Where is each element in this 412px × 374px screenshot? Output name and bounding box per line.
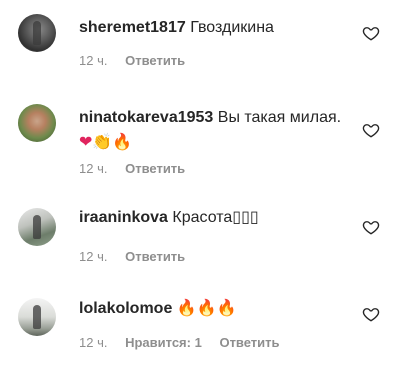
heart-outline-icon[interactable] bbox=[362, 24, 380, 42]
comment-time[interactable]: 12 ч. bbox=[79, 249, 107, 264]
avatar-figure bbox=[33, 21, 41, 45]
avatar-figure bbox=[33, 305, 41, 329]
comment-body: lolakolomoe 🔥🔥🔥 bbox=[79, 296, 354, 321]
comment-text: Гвоздикина bbox=[190, 19, 274, 36]
comments-list: sheremet1817 Гвоздикина 12 ч. Ответить n… bbox=[0, 0, 412, 374]
reply-button[interactable]: Ответить bbox=[125, 53, 185, 68]
heart-outline-icon[interactable] bbox=[362, 305, 380, 323]
comment-username[interactable]: ninatokareva1953 bbox=[79, 109, 213, 126]
heart-outline-icon[interactable] bbox=[362, 121, 380, 139]
comment-time[interactable]: 12 ч. bbox=[79, 161, 107, 176]
reply-button[interactable]: Ответить bbox=[125, 249, 185, 264]
comment-username[interactable]: sheremet1817 bbox=[79, 19, 186, 36]
user-avatar[interactable] bbox=[18, 14, 56, 52]
reply-button[interactable]: Ответить bbox=[219, 335, 279, 350]
fire-emoji: 🔥 bbox=[196, 298, 217, 317]
heart-outline-icon[interactable] bbox=[362, 218, 380, 236]
fire-emoji: 🔥 bbox=[112, 132, 133, 151]
heart-emoji: ❤ bbox=[79, 132, 93, 151]
fire-emoji: 🔥 bbox=[176, 298, 197, 317]
comment-time[interactable]: 12 ч. bbox=[79, 53, 107, 68]
likes-count[interactable]: Нравится: 1 bbox=[125, 335, 202, 350]
comment-meta: 12 ч. Ответить bbox=[79, 53, 199, 68]
comment-body: ninatokareva1953 Вы такая милая. ❤👏🔥 bbox=[79, 106, 354, 155]
comment-body: sheremet1817 Гвоздикина bbox=[79, 16, 354, 40]
user-avatar[interactable] bbox=[18, 208, 56, 246]
comment-meta: 12 ч. Нравится: 1 Ответить bbox=[79, 335, 294, 350]
fire-emoji: 🔥 bbox=[216, 298, 237, 317]
comment-username[interactable]: lolakolomoe bbox=[79, 300, 172, 317]
comment-username[interactable]: iraaninkova bbox=[79, 209, 168, 226]
comment-meta: 12 ч. Ответить bbox=[79, 161, 199, 176]
user-avatar[interactable] bbox=[18, 298, 56, 336]
reply-button[interactable]: Ответить bbox=[125, 161, 185, 176]
comment-text: Вы такая милая. bbox=[217, 109, 342, 126]
user-avatar[interactable] bbox=[18, 104, 56, 142]
comment-body: iraaninkova Красота▯▯▯ bbox=[79, 206, 354, 230]
comment-meta: 12 ч. Ответить bbox=[79, 249, 199, 264]
clap-emoji: 👏 bbox=[92, 132, 113, 151]
comment-text: Красота▯▯▯ bbox=[172, 209, 259, 226]
avatar-figure bbox=[33, 215, 41, 239]
comment-time[interactable]: 12 ч. bbox=[79, 335, 107, 350]
